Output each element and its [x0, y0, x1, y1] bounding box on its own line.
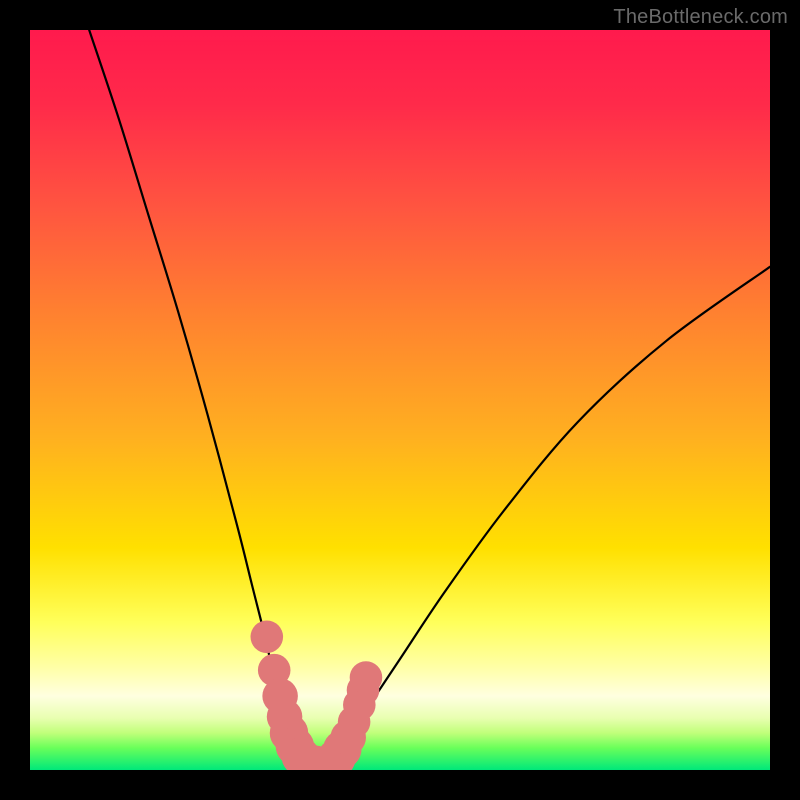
overlay-dot [350, 661, 383, 694]
plot-area [30, 30, 770, 770]
watermark-text: TheBottleneck.com [613, 6, 788, 29]
curve-layer [30, 30, 770, 770]
chart-frame: TheBottleneck.com [0, 0, 800, 800]
overlay-dot [251, 621, 284, 654]
curve-right [326, 267, 770, 770]
overlay-dots [251, 621, 383, 770]
